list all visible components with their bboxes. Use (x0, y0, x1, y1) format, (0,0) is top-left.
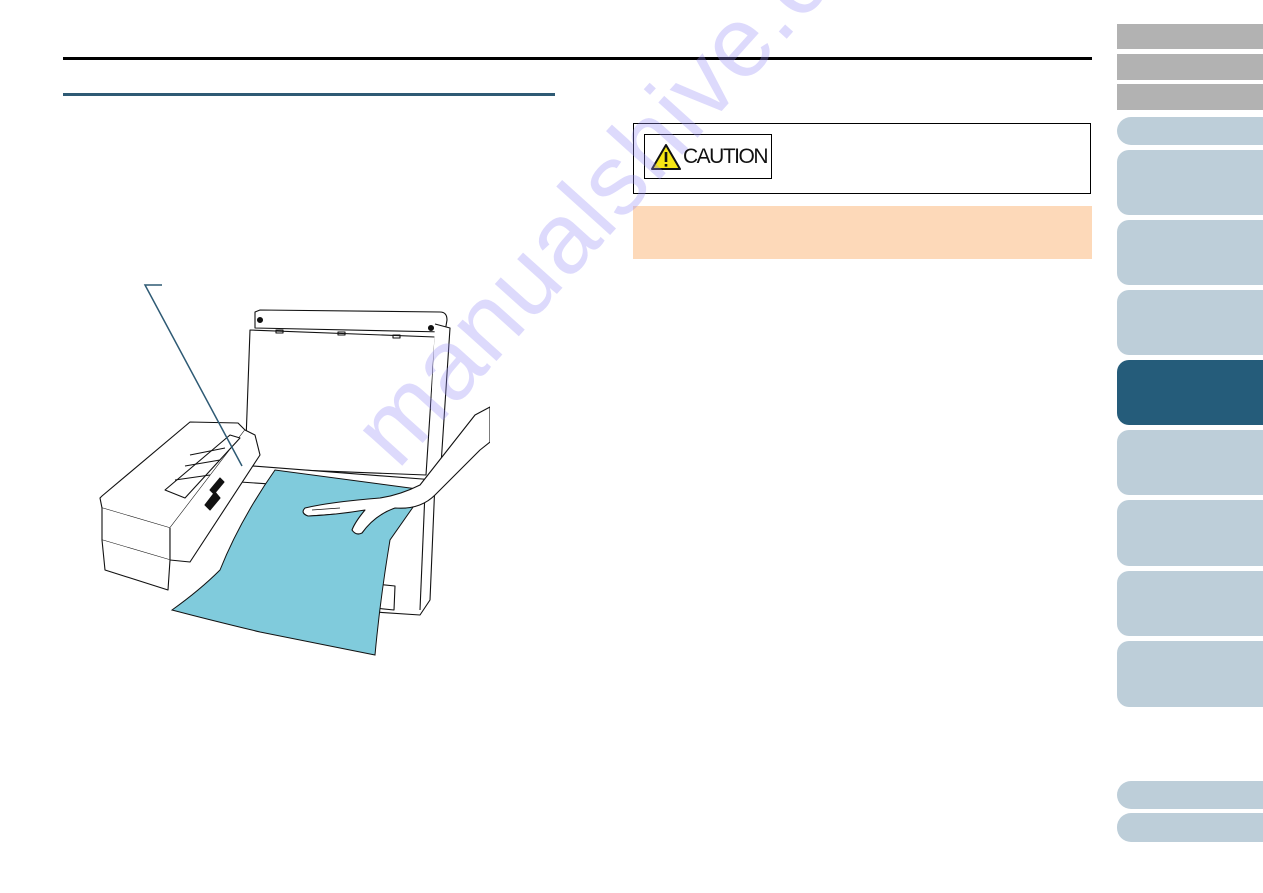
warning-triangle-icon (651, 143, 681, 170)
side-tab-7[interactable] (1117, 290, 1263, 355)
caution-body (633, 206, 1092, 259)
caution-text: CAUTION (683, 144, 769, 168)
section-heading-rule (63, 93, 555, 96)
side-tab-10[interactable] (1117, 500, 1263, 566)
caution-header: CAUTION (633, 123, 1091, 194)
scanner-lid (244, 309, 451, 481)
side-tab-6[interactable] (1117, 220, 1263, 285)
scanner-illustration (99, 284, 490, 656)
side-tab-13[interactable] (1117, 781, 1263, 809)
side-tab-2[interactable] (1117, 54, 1263, 80)
side-tab-11[interactable] (1117, 571, 1263, 636)
side-tab-12[interactable] (1117, 641, 1263, 707)
side-tab-8-active[interactable] (1117, 360, 1263, 425)
side-tab-5[interactable] (1117, 150, 1263, 215)
side-tab-3[interactable] (1117, 84, 1263, 110)
side-tab-4[interactable] (1117, 117, 1263, 145)
header-rule (63, 57, 1092, 60)
side-tab-14[interactable] (1117, 813, 1263, 842)
side-tab-9[interactable] (1117, 430, 1263, 495)
side-tab-1[interactable] (1117, 24, 1263, 49)
caution-label: CAUTION (644, 134, 772, 179)
